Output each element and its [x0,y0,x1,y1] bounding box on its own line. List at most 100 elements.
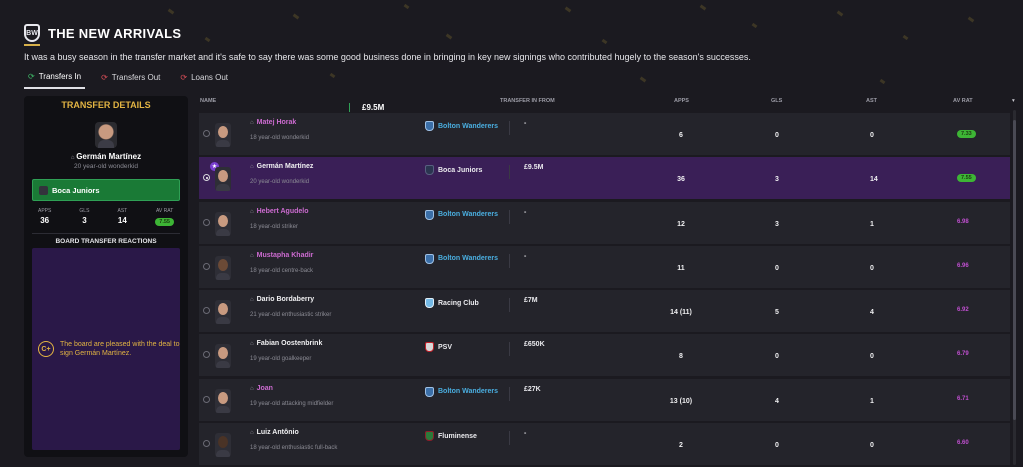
col-gls[interactable]: GLS [771,98,782,104]
row-radio[interactable] [203,174,210,182]
tab-bar: ⟳ Transfers In ⟳ Transfers Out ⟳ Loans O… [24,70,232,89]
player-desc: 19 year-old goalkeeper [250,356,312,363]
player-name[interactable]: ⌂ Germán Martínez [250,163,313,170]
club-badge-icon [425,121,434,131]
col-ast[interactable]: AST [866,98,877,104]
col-name[interactable]: NAME [200,98,216,104]
table-row[interactable]: ★ ⌂ Germán Martínez 20 year-old wonderkid… [199,157,1010,200]
player-desc: 18 year-old striker [250,223,299,230]
goals: 4 [775,397,779,405]
player-name[interactable]: ⌂ Luiz Antônio [250,429,299,436]
player-icon: ⌂ [250,120,254,126]
table-row[interactable]: ⌂ Dario Bordaberry 21 year-old enthusiast… [199,290,1010,333]
tab-loans-out[interactable]: ⟳ Loans Out [176,70,232,89]
club-link[interactable]: Bolton Wanderers [425,209,498,220]
col-apps[interactable]: APPS [674,98,689,104]
club-link[interactable]: Fluminense [425,431,477,442]
player-name[interactable]: ⌂ Fabian Oostenbrink [250,340,322,347]
divider [509,298,510,313]
player-desc: 20 year-old wonderkid [250,179,310,186]
table-row[interactable]: ⌂ Joan 19 year-old attacking midfielder B… [199,378,1010,421]
tab-label: Loans Out [191,73,229,82]
table-row[interactable]: ⌂ Fabian Oostenbrink 19 year-old goalkeep… [199,334,1010,377]
transfer-out-icon: ⟳ [101,73,108,82]
player-face [215,344,231,369]
row-radio[interactable] [203,262,210,270]
club-badge-icon [425,386,434,397]
player-name[interactable]: ⌂ Dario Bordaberry [250,296,314,303]
player-name[interactable]: ⌂ Joan [250,385,273,392]
player-icon: ⌂ [250,208,254,215]
goals: 0 [775,442,779,450]
player-name[interactable]: ⌂ Mustapha Khadir [250,252,313,259]
avg-rating: 6.60 [957,440,969,447]
player-desc: 18 year-old centre-back [250,267,314,274]
table-row[interactable]: ⌂ Hebert Agudelo 18 year-old striker Bolt… [199,201,1010,244]
row-radio[interactable] [203,130,210,137]
table-scrollbar[interactable] [1013,110,1016,465]
club-link[interactable]: PSV [425,342,452,353]
page-title: THE NEW ARRIVALS [48,25,182,41]
assists: 0 [870,132,874,139]
player-icon: ⌂ [250,341,254,348]
row-radio[interactable] [203,440,210,448]
fee: £27K [524,385,541,393]
details-player-desc: 20 year-old wonderkid [74,163,138,170]
tab-transfers-out[interactable]: ⟳ Transfers Out [97,70,164,89]
fee: - [524,252,527,260]
player-name[interactable]: ⌂ Hebert Agudelo [250,208,308,215]
table-row[interactable]: ⌂ Luiz Antônio 18 year-old enthusiastic f… [199,423,1010,466]
row-radio[interactable] [203,395,210,403]
row-radio[interactable] [203,218,210,226]
details-club-bar[interactable]: Boca Juniors £9.5M [32,103,384,201]
tab-transfers-in[interactable]: ⟳ Transfers In [24,70,86,89]
stat-gls: GLS 3 [79,208,90,225]
club-badge-icon [425,298,434,309]
club-link[interactable]: Bolton Wanderers [425,386,498,397]
club-badge-icon [425,165,434,176]
sort-chevron-icon[interactable]: ▾ [1012,98,1015,104]
divider [509,121,510,135]
details-player-name[interactable]: ⌂ Germán Martínez [24,152,188,161]
avg-rating: 7.33 [957,130,976,138]
club-badge-icon [425,431,434,442]
row-radio[interactable] [203,351,210,359]
club-link[interactable]: Boca Juniors [425,165,482,176]
row-radio[interactable] [203,307,210,315]
player-icon: ⌂ [250,252,254,259]
col-transfer-from[interactable]: TRANSFER IN FROM [500,98,555,104]
player-desc: 19 year-old attacking midfielder [250,400,334,407]
club-link[interactable]: Bolton Wanderers [425,121,498,131]
divider [32,233,180,234]
player-face [215,255,231,280]
player-desc: 18 year-old enthusiastic full-back [250,445,338,452]
goals: 5 [775,309,779,317]
divider [509,165,510,180]
goals: 3 [775,176,779,184]
table-row[interactable]: ⌂ Matej Horak 18 year-old wonderkid Bolto… [199,113,1010,155]
fee: - [524,430,527,438]
details-club-name: Boca Juniors [52,185,100,195]
club-link[interactable]: Racing Club [425,298,479,309]
goals: 0 [775,264,779,272]
table-row[interactable]: ⌂ Mustapha Khadir 18 year-old centre-back… [199,245,1010,288]
board-reactions-box: C+ The board are pleased with the deal t… [32,248,180,450]
avg-rating: 6.96 [957,262,969,269]
col-av-rat[interactable]: AV RAT [953,98,973,104]
transfer-details-panel: TRANSFER DETAILS ⌂ Germán Martínez 20 ye… [24,96,384,457]
player-face [215,123,231,147]
divider [509,342,510,357]
assists: 4 [870,309,874,317]
assists: 14 [870,176,878,184]
player-icon: ⌂ [250,164,254,171]
avg-rating: 6.92 [957,307,969,314]
fee: - [524,208,527,216]
page-header: BW THE NEW ARRIVALS [24,24,181,42]
player-name[interactable]: ⌂ Matej Horak [250,119,296,126]
goals: 0 [775,132,779,139]
goals: 3 [775,220,779,228]
player-face [215,211,231,236]
avg-rating: 7.55 [957,174,976,183]
club-link[interactable]: Bolton Wanderers [425,253,498,264]
player-desc: 21 year-old enthusiastic striker [250,312,332,319]
